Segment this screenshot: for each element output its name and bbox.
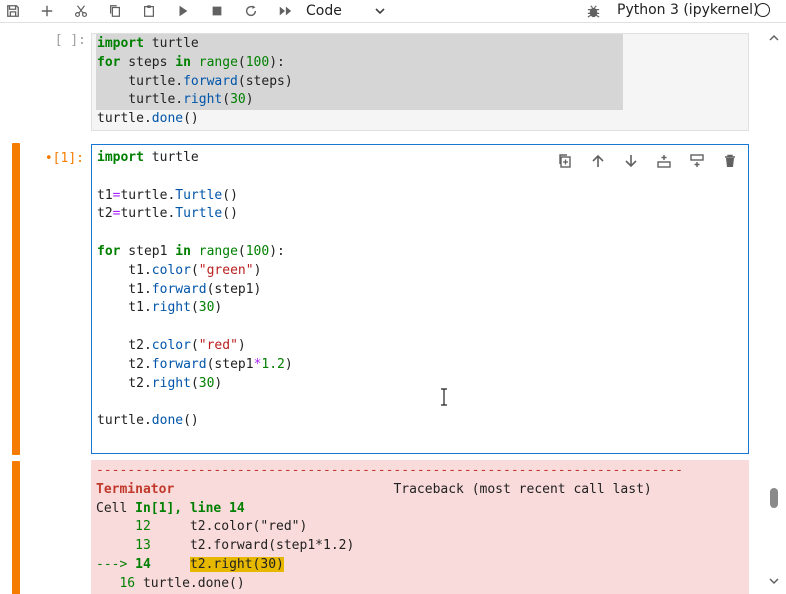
output-collapser[interactable] xyxy=(12,461,20,594)
cell-type-dropdown[interactable]: Code xyxy=(300,0,392,22)
move-up-icon[interactable] xyxy=(587,151,608,171)
code-content: import turtle t1=turtle.Turtle() t2=turt… xyxy=(97,150,293,429)
cell-prefix: Cell xyxy=(96,500,136,516)
cell-toolbar xyxy=(554,151,740,171)
line-number: 12 xyxy=(135,519,151,535)
restart-icon[interactable] xyxy=(240,0,262,22)
scroll-up-arrow[interactable] xyxy=(768,33,780,43)
duplicate-icon[interactable] xyxy=(554,151,575,171)
copy-icon[interactable] xyxy=(104,0,126,22)
add-icon[interactable] xyxy=(36,0,58,22)
chevron-down-icon xyxy=(375,8,385,15)
cell-prompt: [ ]: xyxy=(54,33,86,48)
debugger-bug-icon[interactable] xyxy=(584,2,602,20)
code-cell-editor[interactable]: import turtle for steps in range(100): t… xyxy=(91,33,749,131)
move-down-icon[interactable] xyxy=(620,151,641,171)
traceback-code-line: t2.color("red") xyxy=(189,519,308,535)
insert-above-icon[interactable] xyxy=(686,151,707,171)
error-name: Terminator xyxy=(96,481,175,497)
cut-icon[interactable] xyxy=(70,0,92,22)
code-content: import turtle for steps in range(100): t… xyxy=(97,36,293,127)
line-number: 13 xyxy=(135,538,151,554)
text-cursor-icon xyxy=(441,388,447,406)
save-icon[interactable] xyxy=(2,0,24,22)
paste-icon[interactable] xyxy=(138,0,160,22)
traceback-text: ----------------------------------------… xyxy=(96,462,683,594)
kernel-name[interactable]: Python 3 (ipykernel) xyxy=(617,2,758,18)
scrollbar-thumb[interactable] xyxy=(770,488,778,508)
cell-prompt-active: •[1]: xyxy=(44,151,84,166)
error-output: ----------------------------------------… xyxy=(91,460,749,594)
traceback-code-line: turtle.done() xyxy=(142,575,245,591)
notebook-panel: [ ]: import turtle for steps in range(10… xyxy=(0,23,786,594)
delete-icon[interactable] xyxy=(719,151,740,171)
insert-below-icon[interactable] xyxy=(653,151,674,171)
line-number: 14 xyxy=(135,556,151,572)
cell-type-label: Code xyxy=(306,3,342,19)
active-code-cell-editor[interactable]: import turtle t1=turtle.Turtle() t2=turt… xyxy=(91,144,749,454)
run-all-icon[interactable] xyxy=(274,0,296,22)
run-icon[interactable] xyxy=(172,0,194,22)
cell-ref: In[1], line 14 xyxy=(135,500,245,516)
error-arrow: ---> xyxy=(96,556,136,572)
traceback-separator: ----------------------------------------… xyxy=(96,463,683,478)
traceback-label: Traceback (most recent call last) xyxy=(393,481,652,497)
active-cell-indicator[interactable] xyxy=(12,143,20,455)
traceback-code-line: t2.forward(step1*1.2) xyxy=(189,538,355,554)
stop-icon[interactable] xyxy=(206,0,228,22)
line-number: 16 xyxy=(119,575,136,591)
highlighted-error-line: t2.right(30) xyxy=(189,556,284,572)
kernel-status-icon xyxy=(756,3,770,17)
scroll-down-arrow[interactable] xyxy=(768,576,780,586)
